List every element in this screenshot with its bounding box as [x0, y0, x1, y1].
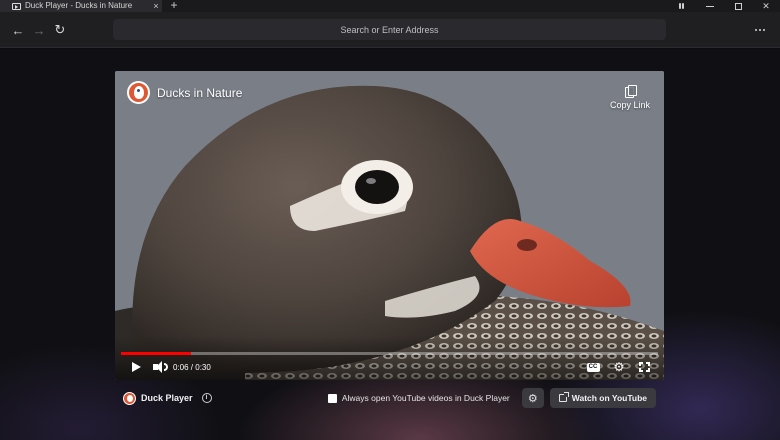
info-icon[interactable]: i: [201, 393, 212, 403]
progress-fill: [121, 352, 191, 355]
video-title: Ducks in Nature: [157, 85, 243, 100]
new-tab-button[interactable]: +: [166, 0, 182, 12]
copy-link-button[interactable]: Copy Link: [610, 85, 650, 110]
title-bar: Duck Player - Ducks in Nature × + ✕: [0, 0, 780, 12]
duckduckgo-small-logo: [123, 391, 136, 405]
duck-player-bar: Duck Player i Always open YouTube videos…: [115, 383, 664, 413]
channel-header: Ducks in Nature: [127, 81, 242, 104]
window-controls: ✕: [668, 0, 780, 12]
duck-player-actions: Always open YouTube videos in Duck Playe…: [327, 387, 656, 409]
watch-on-youtube-label: Watch on YouTube: [571, 393, 647, 403]
watch-on-youtube-button[interactable]: Watch on YouTube: [549, 388, 656, 408]
gear-icon: ⚙: [613, 360, 625, 374]
copy-link-label: Copy Link: [609, 100, 650, 110]
video-frame-duck: [115, 71, 664, 380]
minimize-icon: [706, 5, 714, 7]
gear-icon: ⚙: [527, 392, 538, 405]
duck-player-label: Duck Player: [141, 393, 193, 403]
volume-button[interactable]: [152, 360, 168, 374]
fire-button[interactable]: [668, 0, 696, 12]
play-button[interactable]: [129, 360, 143, 374]
close-window-button[interactable]: ✕: [752, 0, 780, 12]
browser-toolbar: ← → ↻ Search or Enter Address: [0, 12, 780, 48]
duck-player-settings-button[interactable]: ⚙: [521, 388, 544, 408]
tab-close-button[interactable]: ×: [151, 0, 161, 12]
always-open-label: Always open YouTube videos in Duck Playe…: [341, 393, 510, 403]
forward-button[interactable]: →: [30, 21, 48, 39]
volume-icon: [152, 361, 162, 373]
more-horizontal-icon: [755, 29, 757, 31]
maximize-button[interactable]: [724, 0, 752, 12]
video-player[interactable]: Ducks in Nature Copy Link 0:06 / 0:30 CC…: [115, 71, 664, 380]
address-placeholder: Search or Enter Address: [340, 24, 439, 35]
progress-bar[interactable]: [121, 352, 658, 355]
browser-menu-button[interactable]: [752, 21, 768, 39]
duckduckgo-logo: [127, 81, 150, 104]
always-open-option[interactable]: Always open YouTube videos in Duck Playe…: [327, 393, 510, 403]
external-link-icon: [558, 392, 569, 402]
captions-button[interactable]: CC: [586, 360, 600, 374]
address-bar[interactable]: Search or Enter Address: [113, 19, 666, 40]
video-play-icon: [12, 2, 21, 10]
play-icon: [131, 362, 141, 372]
maximize-icon: [734, 2, 742, 10]
fullscreen-button[interactable]: [637, 360, 651, 374]
duck-player-brand: Duck Player i: [123, 391, 212, 405]
time-display: 0:06 / 0:30: [173, 362, 211, 372]
browser-tab[interactable]: Duck Player - Ducks in Nature ×: [0, 0, 162, 12]
always-open-checkbox[interactable]: [327, 393, 337, 403]
fire-icon: [678, 2, 686, 10]
tab-title: Duck Player - Ducks in Nature: [25, 1, 133, 10]
minimize-button[interactable]: [696, 0, 724, 12]
back-button[interactable]: ←: [9, 21, 27, 39]
player-settings-button[interactable]: ⚙: [612, 360, 626, 374]
fullscreen-icon: [638, 362, 650, 372]
captions-icon: CC: [586, 362, 600, 372]
reload-button[interactable]: ↻: [51, 21, 69, 39]
copy-icon: [624, 85, 637, 98]
